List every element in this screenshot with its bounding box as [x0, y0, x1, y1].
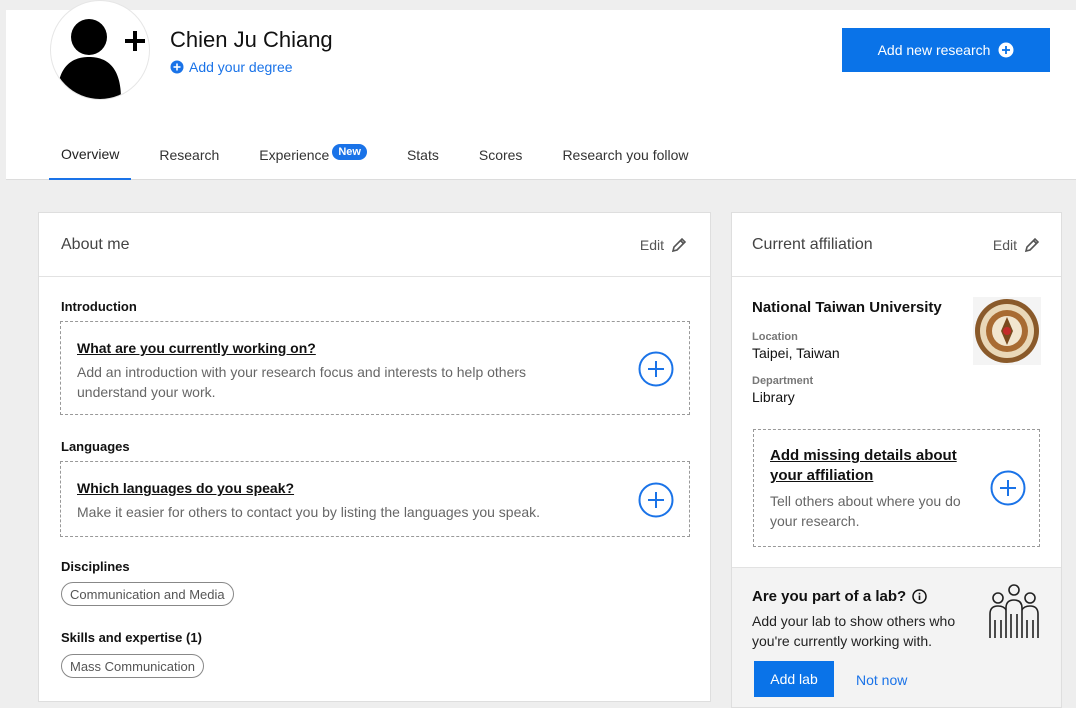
- pencil-icon: [1024, 237, 1040, 252]
- pencil-icon: [671, 237, 687, 252]
- affiliation-title: Current affiliation: [752, 235, 873, 253]
- introduction-description: Add an introduction with your research f…: [77, 364, 527, 400]
- tab-research-you-follow[interactable]: Research you follow: [550, 130, 700, 180]
- about-me-header: About me Edit: [39, 213, 710, 277]
- tab-experience[interactable]: Experience New: [247, 130, 379, 180]
- skills-label: Skills and expertise (1): [61, 630, 202, 645]
- plus-circle-icon: [170, 60, 184, 74]
- tab-label: Stats: [406, 147, 439, 163]
- edit-label: Edit: [639, 236, 664, 253]
- not-now-link[interactable]: Not now: [856, 672, 907, 688]
- introduction-box[interactable]: What are you currently working on? Add a…: [60, 321, 690, 415]
- profile-tabs: Overview Research Experience New Stats Sc…: [49, 130, 717, 180]
- languages-box[interactable]: Which languages do you speak? Make it ea…: [60, 461, 690, 537]
- team-icon: [989, 584, 1039, 638]
- university-seal-logo: [973, 297, 1041, 365]
- introduction-prompt: What are you currently working on?: [77, 340, 316, 356]
- new-badge: New: [332, 144, 367, 160]
- skill-chip[interactable]: Mass Communication: [61, 654, 204, 678]
- lab-title: Are you part of a lab?: [752, 588, 927, 605]
- lab-title-text: Are you part of a lab?: [752, 588, 907, 605]
- affiliation-header: Current affiliation Edit: [732, 213, 1061, 277]
- edit-label: Edit: [992, 236, 1017, 253]
- tab-overview[interactable]: Overview: [49, 130, 132, 180]
- affiliation-missing-box[interactable]: Add missing details about your affiliati…: [753, 429, 1040, 547]
- location-label: Location: [752, 331, 798, 343]
- about-me-title: About me: [61, 235, 130, 253]
- location-value: Taipei, Taiwan: [752, 345, 840, 361]
- department-label: Department: [752, 375, 814, 387]
- current-affiliation-card: Current affiliation Edit National Taiwan…: [731, 212, 1062, 708]
- add-lab-button[interactable]: Add lab: [754, 661, 834, 697]
- tab-label: Research you follow: [562, 147, 689, 163]
- tab-stats[interactable]: Stats: [395, 130, 451, 180]
- tab-label: Scores: [478, 147, 523, 163]
- plus-circle-icon: [998, 42, 1014, 58]
- tab-label: Overview: [61, 146, 120, 162]
- plus-circle-icon[interactable]: [990, 470, 1026, 506]
- profile-header: Chien Ju Chiang Add your degree Add new …: [6, 0, 1076, 180]
- tab-label: Experience: [259, 147, 330, 163]
- add-user-icon: [57, 19, 145, 99]
- add-degree-link[interactable]: Add your degree: [170, 59, 293, 75]
- affiliation-edit-button[interactable]: Edit: [993, 236, 1041, 254]
- institution-name[interactable]: National Taiwan University: [752, 299, 942, 316]
- affiliation-missing-description: Tell others about where you do your rese…: [770, 493, 961, 529]
- plus-circle-icon[interactable]: [638, 351, 674, 387]
- add-new-research-label: Add new research: [877, 42, 991, 58]
- about-me-card: About me Edit Introduction What are you …: [38, 212, 711, 702]
- lab-prompt-panel: Are you part of a lab? Add your lab to s…: [732, 567, 1061, 707]
- info-icon[interactable]: [912, 589, 927, 604]
- discipline-chip[interactable]: Communication and Media: [61, 582, 234, 606]
- introduction-label: Introduction: [61, 299, 137, 314]
- languages-label: Languages: [61, 439, 130, 454]
- plus-circle-icon[interactable]: [638, 482, 674, 518]
- affiliation-missing-prompt: Add missing details about your affiliati…: [770, 447, 957, 484]
- languages-prompt: Which languages do you speak?: [77, 480, 295, 496]
- tab-scores[interactable]: Scores: [467, 130, 535, 180]
- tab-label: Research: [159, 147, 220, 163]
- profile-name: Chien Ju Chiang: [170, 27, 333, 52]
- lab-description: Add your lab to show others who you're c…: [752, 613, 956, 649]
- avatar[interactable]: [50, 0, 150, 100]
- department-value: Library: [752, 389, 795, 405]
- about-edit-button[interactable]: Edit: [640, 236, 688, 254]
- add-new-research-button[interactable]: Add new research: [842, 28, 1050, 72]
- languages-description: Make it easier for others to contact you…: [77, 504, 541, 520]
- tab-research[interactable]: Research: [147, 130, 231, 180]
- add-degree-label: Add your degree: [189, 59, 293, 75]
- disciplines-label: Disciplines: [61, 559, 130, 574]
